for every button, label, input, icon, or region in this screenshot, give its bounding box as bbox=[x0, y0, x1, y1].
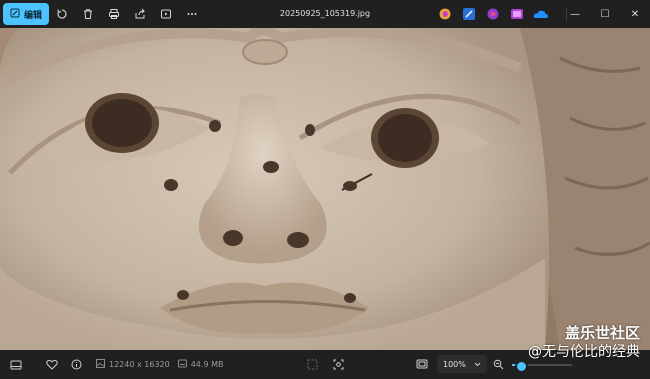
watermark-title: 盖乐世社区 bbox=[564, 324, 640, 342]
edit-icon bbox=[10, 8, 20, 21]
photo-editor-icon[interactable] bbox=[508, 5, 525, 22]
file-size: 44.9 MB bbox=[177, 359, 224, 370]
watermark-handle: @无与伦比的经典 bbox=[528, 344, 640, 360]
visual-search-icon[interactable] bbox=[326, 353, 350, 375]
edit-label: 编辑 bbox=[24, 10, 43, 21]
copilot-icon[interactable] bbox=[436, 5, 453, 22]
app-shortcuts bbox=[436, 5, 549, 22]
print-icon[interactable] bbox=[101, 3, 127, 25]
close-button[interactable]: ✕ bbox=[620, 0, 650, 28]
statue-photo bbox=[0, 28, 650, 350]
zoom-slider[interactable] bbox=[512, 360, 572, 373]
zoom-value: 100% bbox=[443, 359, 466, 369]
dimensions-text: 12240 x 16320 bbox=[109, 360, 170, 369]
image-icon bbox=[96, 359, 105, 370]
window-controls: — ☐ ✕ bbox=[560, 0, 650, 28]
storage-icon bbox=[177, 359, 187, 370]
rotate-icon[interactable] bbox=[49, 3, 75, 25]
filmstrip-icon[interactable] bbox=[4, 354, 28, 376]
share-icon[interactable] bbox=[127, 3, 153, 25]
designer-icon[interactable] bbox=[484, 5, 501, 22]
maximize-button[interactable]: ☐ bbox=[590, 0, 620, 28]
fit-to-window-icon[interactable] bbox=[410, 353, 434, 375]
chevron-down-icon bbox=[474, 360, 481, 369]
zoom-dropdown[interactable]: 100% bbox=[437, 355, 487, 373]
watermark: 盖乐世社区 @无与伦比的经典 bbox=[528, 324, 640, 361]
zoom-slider-thumb[interactable] bbox=[515, 360, 528, 373]
image-dimensions: 12240 x 16320 bbox=[96, 359, 170, 370]
info-icon[interactable] bbox=[64, 354, 88, 376]
delete-icon[interactable] bbox=[75, 3, 101, 25]
slideshow-icon[interactable] bbox=[153, 3, 179, 25]
more-icon[interactable] bbox=[179, 3, 205, 25]
file-size-text: 44.9 MB bbox=[190, 360, 224, 369]
crop-select-icon[interactable] bbox=[300, 353, 324, 375]
edit-button[interactable]: 编辑 bbox=[3, 3, 50, 25]
minimize-button[interactable]: — bbox=[560, 0, 590, 28]
onedrive-icon[interactable] bbox=[532, 5, 549, 22]
favorite-icon[interactable] bbox=[40, 354, 64, 376]
clipchamp-icon[interactable] bbox=[460, 5, 477, 22]
file-name: 20250925_105319.jpg bbox=[279, 9, 371, 18]
photo-view[interactable] bbox=[0, 28, 650, 350]
title-bar: 编辑 20250925_105319.jpg — ☐ ✕ bbox=[0, 0, 650, 28]
zoom-out-icon[interactable] bbox=[486, 353, 510, 375]
